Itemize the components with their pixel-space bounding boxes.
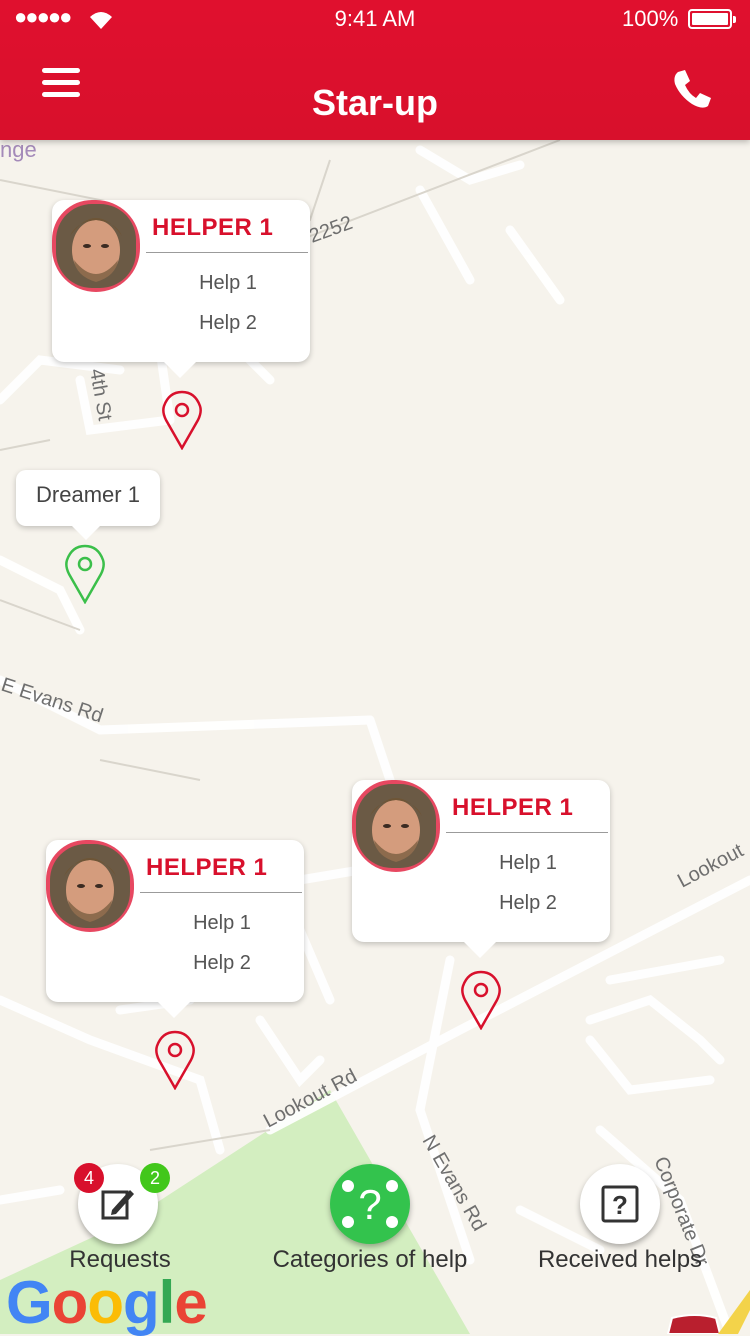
battery-icon: [688, 9, 736, 29]
helper-card[interactable]: HELPER 1 Help 1 Help 2: [46, 840, 304, 1018]
edit-icon: [101, 1190, 134, 1220]
received-helps-label[interactable]: Received helps: [520, 1246, 720, 1274]
helper-card[interactable]: HELPER 1 Help 1 Help 2: [352, 780, 610, 958]
help-item: Help 2: [499, 892, 557, 914]
categories-label[interactable]: Categories of help: [240, 1246, 500, 1274]
battery-percent: 100%: [622, 6, 679, 31]
street-label-orange: nge: [0, 137, 37, 162]
card-divider: [140, 892, 302, 893]
google-logo: Google: [6, 1269, 208, 1336]
help-item: Help 2: [193, 952, 251, 974]
helper-avatar: [46, 840, 134, 932]
help-item: Help 1: [199, 272, 257, 294]
dreamer-pin-icon[interactable]: [63, 544, 107, 604]
dreamer-bubble[interactable]: Dreamer 1: [16, 470, 160, 540]
dreamer-name: Dreamer 1: [36, 482, 140, 507]
help-item: Help 1: [193, 912, 251, 934]
categories-icon: ?: [342, 1180, 398, 1228]
question-box-icon: ?: [601, 1185, 639, 1223]
helper-name: HELPER 1: [152, 214, 274, 241]
categories-button[interactable]: ?: [330, 1164, 410, 1244]
phone-icon[interactable]: [668, 66, 714, 112]
requests-badge-red: 4: [74, 1163, 104, 1193]
helper-avatar: [352, 780, 440, 872]
requests-badge-green: 2: [140, 1163, 170, 1193]
helper-pin-icon[interactable]: [459, 970, 503, 1030]
card-divider: [146, 252, 308, 253]
received-helps-button[interactable]: ?: [580, 1164, 660, 1244]
helper-card[interactable]: HELPER 1 Help 1 Help 2: [52, 200, 310, 378]
helper-name: HELPER 1: [146, 854, 268, 881]
page-title: Star-up: [312, 82, 438, 123]
card-divider: [446, 832, 608, 833]
helper-pin-icon[interactable]: [153, 1030, 197, 1090]
app-header: ●●●●● 9:41 AM 100% Star-up: [0, 0, 750, 140]
helper-avatar: [52, 200, 140, 292]
svg-text:?: ?: [358, 1181, 381, 1228]
helper-name: HELPER 1: [452, 794, 574, 821]
helper-pin-icon[interactable]: [160, 390, 204, 450]
help-item: Help 1: [499, 852, 557, 874]
svg-text:?: ?: [612, 1190, 628, 1220]
help-item: Help 2: [199, 312, 257, 334]
